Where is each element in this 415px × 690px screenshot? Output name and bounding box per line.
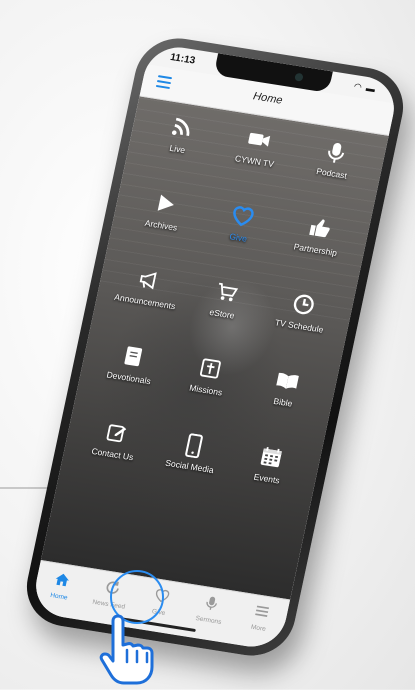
camera-icon <box>293 72 304 82</box>
phone-mockup: 11:13 ◠ ▬ Home Live CYWN TV Podcast Arch… <box>18 31 411 662</box>
wifi-icon: ◠ <box>352 80 364 92</box>
tab-more[interactable]: More <box>229 592 290 651</box>
battery-icon: ▬ <box>364 82 377 94</box>
status-icons: ◠ ▬ <box>352 81 376 95</box>
pointer-hand-icon <box>96 610 156 685</box>
status-time: 11:13 <box>168 51 196 67</box>
